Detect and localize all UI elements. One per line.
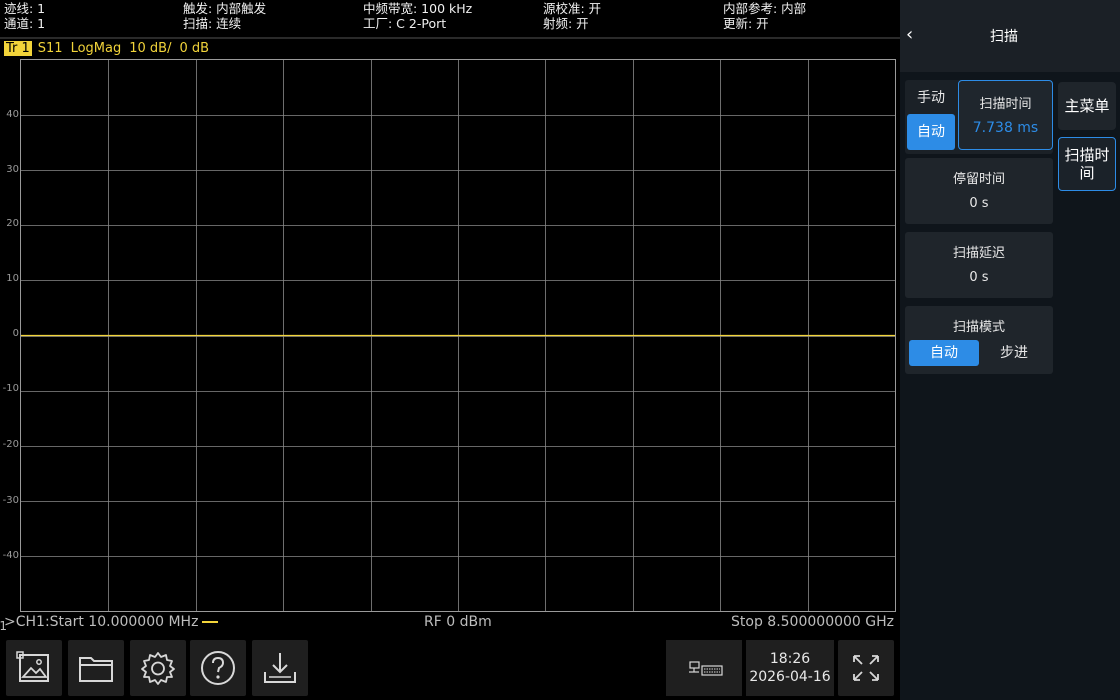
stop-frequency[interactable]: Stop 8.500000000 GHz (731, 612, 894, 632)
plot-footer: >CH1:Start 10.000000 MHz RF 0 dBm Stop 8… (0, 612, 900, 632)
status-source-cal: 源校准: 开 (543, 1, 602, 16)
sweep-time-auto-button[interactable]: 自动 (907, 114, 955, 150)
tab-main-menu[interactable]: 主菜单 (1058, 82, 1116, 130)
trace-scale: 10 dB/ (129, 41, 172, 56)
y-tick-label: 0 (12, 328, 19, 339)
y-tick-label: -30 (2, 495, 19, 506)
status-update: 更新: 开 (723, 16, 769, 31)
bottom-toolbar: 18:26 2026-04-16 (0, 636, 900, 700)
settings-button[interactable] (130, 640, 186, 696)
sweep-mode-step-button[interactable]: 步进 (981, 340, 1047, 366)
back-button[interactable]: ‹ (906, 24, 913, 45)
tab-sweep-time[interactable]: 扫描时间 (1058, 137, 1116, 191)
y-tick-label: 30 (6, 164, 19, 175)
sweep-time-field[interactable]: 扫描时间 7.738 ms (958, 80, 1053, 150)
save-icon (264, 653, 296, 683)
plot-grid (21, 60, 895, 611)
sweep-time-card: 手动 自动 扫描时间 7.738 ms (905, 80, 1053, 154)
sweep-time-label: 扫描时间 (979, 97, 1032, 112)
trace-tag[interactable]: Tr 1 (4, 41, 32, 56)
trace-parameter: S11 (37, 41, 63, 56)
help-icon (201, 651, 235, 685)
sweep-mode-label: 扫描模式 (952, 320, 1005, 335)
expand-icon (853, 655, 879, 681)
rf-power[interactable]: RF 0 dBm (424, 612, 492, 632)
clock: 18:26 2026-04-16 (746, 640, 834, 696)
status-bar: 迹线: 1 通道: 1 触发: 内部触发 扫描: 连续 中频带宽: 100 kH… (0, 0, 900, 38)
plot-area[interactable] (20, 59, 896, 612)
clock-date: 2026-04-16 (749, 669, 831, 685)
y-tick-label: 20 (6, 218, 19, 229)
save-button[interactable] (252, 640, 308, 696)
sweep-time-value: 7.738 ms (972, 120, 1039, 136)
status-factory: 工厂: C 2-Port (363, 16, 447, 31)
trace-header[interactable]: Tr 1 S11 LogMag 10 dB/0 dB (4, 41, 217, 57)
sweep-mode-auto-button[interactable]: 自动 (909, 340, 979, 366)
y-tick-label: 10 (6, 273, 19, 284)
y-tick-label: -10 (2, 383, 19, 394)
dwell-time-field[interactable]: 停留时间 0 s (905, 158, 1053, 224)
connectivity-status[interactable] (666, 640, 742, 696)
status-channel: 通道: 1 (4, 16, 46, 31)
network-keyboard-icon (689, 661, 723, 676)
sweep-time-manual-button[interactable]: 手动 (909, 87, 953, 109)
settings-icon (141, 652, 175, 685)
clock-time: 18:26 (769, 651, 811, 667)
start-frequency-label: >CH1:Start 10.000000 MHz (4, 614, 199, 630)
status-trace: 迹线: 1 (4, 1, 46, 16)
sweep-mode-card: 扫描模式 自动 步进 (905, 306, 1053, 374)
file-browser-button[interactable] (68, 640, 124, 696)
sweep-delay-field[interactable]: 扫描延迟 0 s (905, 232, 1053, 298)
status-rf: 射频: 开 (543, 16, 589, 31)
sweep-delay-value: 0 s (969, 270, 989, 285)
help-button[interactable] (190, 640, 246, 696)
start-frequency[interactable]: >CH1:Start 10.000000 MHz (4, 612, 219, 632)
y-tick-label: -20 (2, 439, 19, 450)
status-if-bandwidth: 中频带宽: 100 kHz (363, 1, 473, 16)
y-tick-label: -40 (2, 550, 19, 561)
status-reference: 内部参考: 内部 (723, 1, 807, 16)
status-sweep: 扫描: 连续 (183, 16, 242, 31)
folder-icon (79, 657, 113, 682)
sweep-delay-label: 扫描延迟 (952, 246, 1005, 261)
screenshot-icon (16, 651, 49, 682)
status-trigger: 触发: 内部触发 (183, 1, 267, 16)
trace-reference: 0 dB (179, 41, 210, 56)
trace-legend-line (202, 621, 219, 623)
screenshot-button[interactable] (6, 640, 62, 696)
dwell-time-value: 0 s (969, 196, 989, 211)
dwell-time-label: 停留时间 (952, 172, 1005, 187)
panel-header: ‹ 扫描 (900, 0, 1120, 72)
fullscreen-button[interactable] (838, 640, 894, 696)
y-tick-label: 40 (6, 109, 19, 120)
panel-title: 扫描 (990, 29, 1018, 45)
header-divider (0, 37, 900, 39)
trace-format: LogMag (70, 41, 122, 56)
